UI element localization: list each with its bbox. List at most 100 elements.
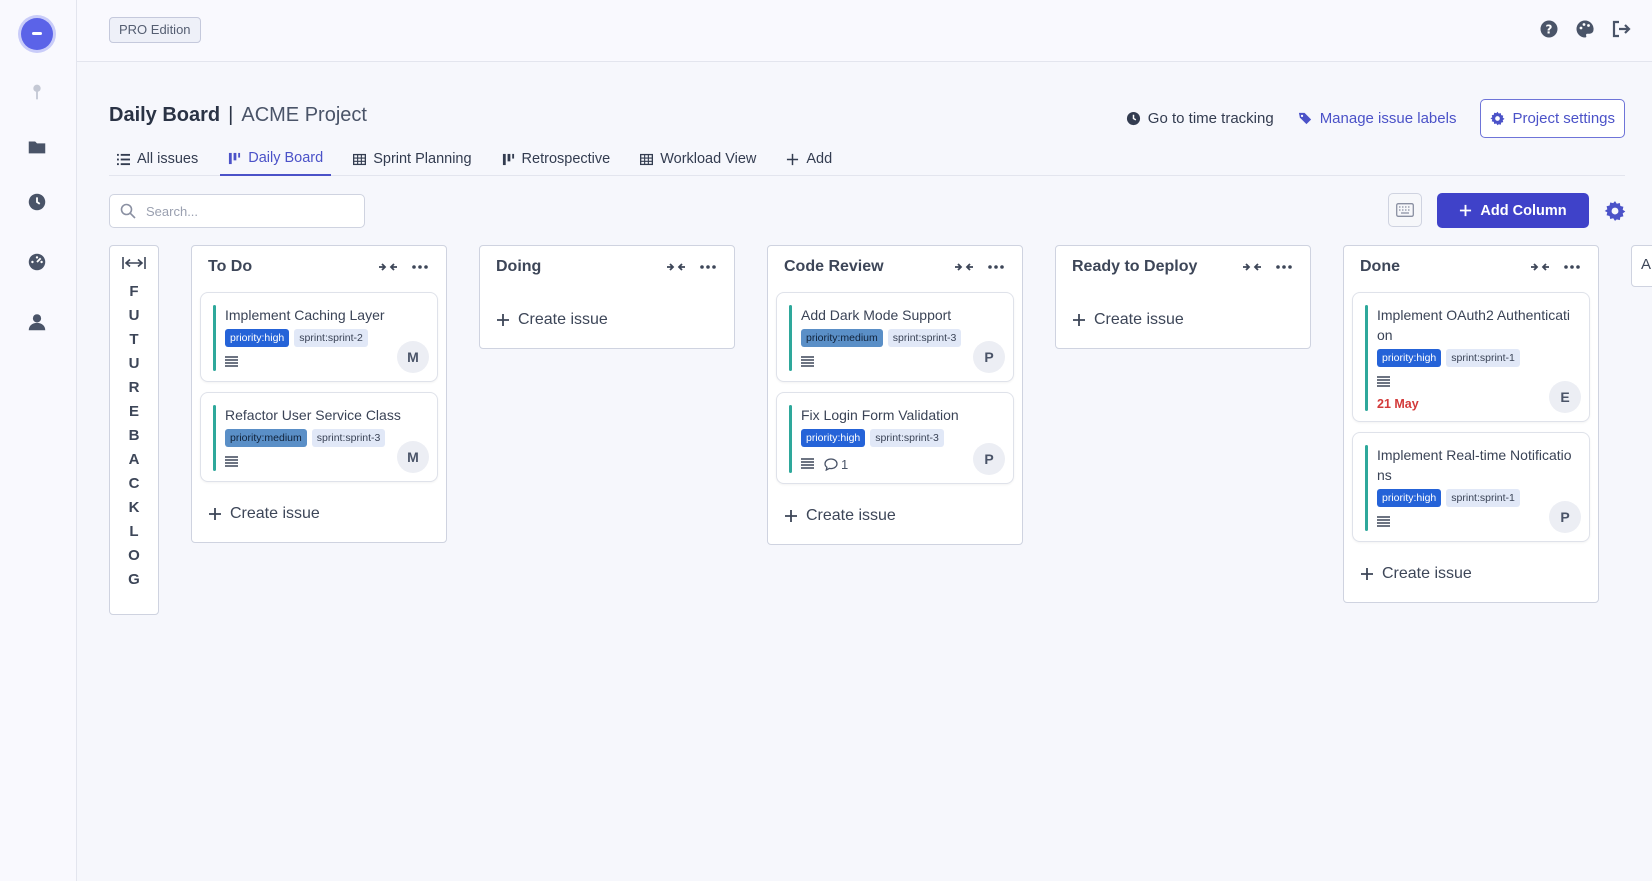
top-right-actions: ? xyxy=(1538,18,1632,40)
create-issue-button[interactable]: Create issue xyxy=(1344,552,1598,596)
tab-daily-board[interactable]: Daily Board xyxy=(220,142,332,176)
backlog-letter: O xyxy=(128,547,140,564)
manage-labels-link[interactable]: Manage issue labels xyxy=(1298,110,1457,127)
time-tracking-label: Go to time tracking xyxy=(1147,110,1274,127)
column-doing: Doing Create issue xyxy=(479,245,735,349)
tab-retrospective[interactable]: Retrospective xyxy=(494,142,619,176)
column-code-review: Code Review Add Dark Mode Support priori… xyxy=(767,245,1023,545)
due-date: 21 May xyxy=(1377,397,1419,411)
clock-icon[interactable] xyxy=(25,190,49,214)
help-icon[interactable]: ? xyxy=(1538,18,1560,40)
backlog-letter: U xyxy=(128,307,140,324)
tab-sprint-planning[interactable]: Sprint Planning xyxy=(345,142,479,176)
create-issue-button[interactable]: Create issue xyxy=(1056,298,1310,342)
more-options-icon[interactable] xyxy=(986,261,1006,273)
backlog-letter: A xyxy=(128,451,140,468)
add-column-button[interactable]: Add Column xyxy=(1437,193,1589,228)
collapse-icon[interactable] xyxy=(954,261,974,273)
clock-icon xyxy=(1126,111,1140,126)
edition-badge: PRO Edition xyxy=(109,17,201,43)
pin-icon[interactable] xyxy=(25,80,49,104)
more-options-icon[interactable] xyxy=(698,261,718,273)
header-actions: Go to time tracking Manage issue labels … xyxy=(1126,99,1625,138)
description-icon xyxy=(225,456,238,467)
column-header: Ready to Deploy xyxy=(1056,246,1310,288)
palette-icon[interactable] xyxy=(1574,18,1596,40)
tab-all-issues[interactable]: All issues xyxy=(109,142,206,176)
column-partial[interactable]: A xyxy=(1631,245,1652,287)
plus-icon xyxy=(497,314,509,326)
assignee-avatar[interactable]: M xyxy=(397,441,429,473)
assignee-avatar[interactable]: P xyxy=(1549,501,1581,533)
description-icon xyxy=(801,458,814,469)
collapse-icon[interactable] xyxy=(1242,261,1262,273)
create-issue-label: Create issue xyxy=(518,311,608,328)
keyboard-shortcuts-button[interactable] xyxy=(1388,193,1422,227)
create-issue-button[interactable]: Create issue xyxy=(192,492,446,536)
column-ready-to-deploy: Ready to Deploy Create issue xyxy=(1055,245,1311,349)
dashboard-icon[interactable] xyxy=(25,250,49,274)
priority-label: priority:medium xyxy=(801,329,883,347)
create-issue-label: Create issue xyxy=(806,507,896,524)
create-issue-button[interactable]: Create issue xyxy=(480,298,734,342)
backlog-letter: U xyxy=(128,355,140,372)
tab-workload-view[interactable]: Workload View xyxy=(632,142,764,176)
column-header: Doing xyxy=(480,246,734,288)
issue-card[interactable]: Implement Caching Layer priority:high sp… xyxy=(200,292,438,382)
more-options-icon[interactable] xyxy=(410,261,430,273)
create-issue-label: Create issue xyxy=(1382,565,1472,582)
column-to-do: To Do Implement Caching Layer priority:h… xyxy=(191,245,447,543)
sprint-label: sprint:sprint-1 xyxy=(1446,489,1520,507)
assignee-avatar[interactable]: M xyxy=(397,341,429,373)
sprint-label: sprint:sprint-2 xyxy=(294,329,368,347)
tags-icon xyxy=(1298,112,1311,125)
collapse-icon[interactable] xyxy=(666,261,686,273)
table-icon xyxy=(640,153,654,165)
assignee-avatar[interactable]: E xyxy=(1549,381,1581,413)
assignee-avatar[interactable]: P xyxy=(973,443,1005,475)
create-issue-button[interactable]: Create issue xyxy=(768,494,1022,538)
search-box[interactable] xyxy=(109,194,365,228)
issue-card[interactable]: Implement OAuth2 Authentication priority… xyxy=(1352,292,1590,422)
plus-icon xyxy=(785,510,797,522)
folder-icon[interactable] xyxy=(25,135,49,159)
manage-labels-label: Manage issue labels xyxy=(1319,110,1457,127)
sprint-label: sprint:sprint-3 xyxy=(311,429,386,447)
future-backlog-column[interactable]: F U T U R E B A C K L O G xyxy=(109,245,159,615)
issue-title: Add Dark Mode Support xyxy=(801,307,952,323)
comment-count-value: 1 xyxy=(841,456,849,472)
title-separator: | xyxy=(228,104,234,126)
expand-icon[interactable] xyxy=(122,256,146,270)
sprint-label: sprint:sprint-3 xyxy=(887,329,962,347)
plus-icon xyxy=(1073,314,1085,326)
assignee-avatar[interactable]: P xyxy=(973,341,1005,373)
issue-card[interactable]: Implement Real-time Notifications priori… xyxy=(1352,432,1590,542)
view-tabs: All issues Daily Board Sprint Planning R… xyxy=(109,142,1625,176)
priority-label: priority:high xyxy=(801,429,866,447)
column-title: Ready to Deploy xyxy=(1072,258,1198,275)
description-icon xyxy=(801,356,814,367)
logout-icon[interactable] xyxy=(1610,18,1632,40)
more-options-icon[interactable] xyxy=(1562,261,1582,273)
search-input[interactable] xyxy=(146,203,346,219)
collapse-icon[interactable] xyxy=(1530,261,1550,273)
time-tracking-link[interactable]: Go to time tracking xyxy=(1126,110,1274,127)
collapse-icon[interactable] xyxy=(378,261,398,273)
sidebar xyxy=(0,0,77,881)
issue-card[interactable]: Add Dark Mode Support priority:medium sp… xyxy=(776,292,1014,382)
backlog-letter: K xyxy=(128,499,140,516)
issue-card[interactable]: Fix Login Form Validation priority:high … xyxy=(776,392,1014,484)
top-bar: PRO Edition ? xyxy=(77,0,1652,62)
issue-card[interactable]: Refactor User Service Class priority:med… xyxy=(200,392,438,482)
backlog-letter: F xyxy=(129,283,139,300)
board-settings-gear-icon[interactable] xyxy=(1604,200,1626,222)
project-settings-button[interactable]: Project settings xyxy=(1480,99,1625,138)
tab-add[interactable]: Add xyxy=(778,142,840,176)
column-title: Code Review xyxy=(784,258,884,275)
more-options-icon[interactable] xyxy=(1274,261,1294,273)
add-column-label: Add Column xyxy=(1480,202,1567,219)
column-header: Code Review xyxy=(768,246,1022,288)
user-icon[interactable] xyxy=(25,310,49,334)
backlog-letter: E xyxy=(128,403,139,420)
app-logo[interactable] xyxy=(21,18,53,50)
